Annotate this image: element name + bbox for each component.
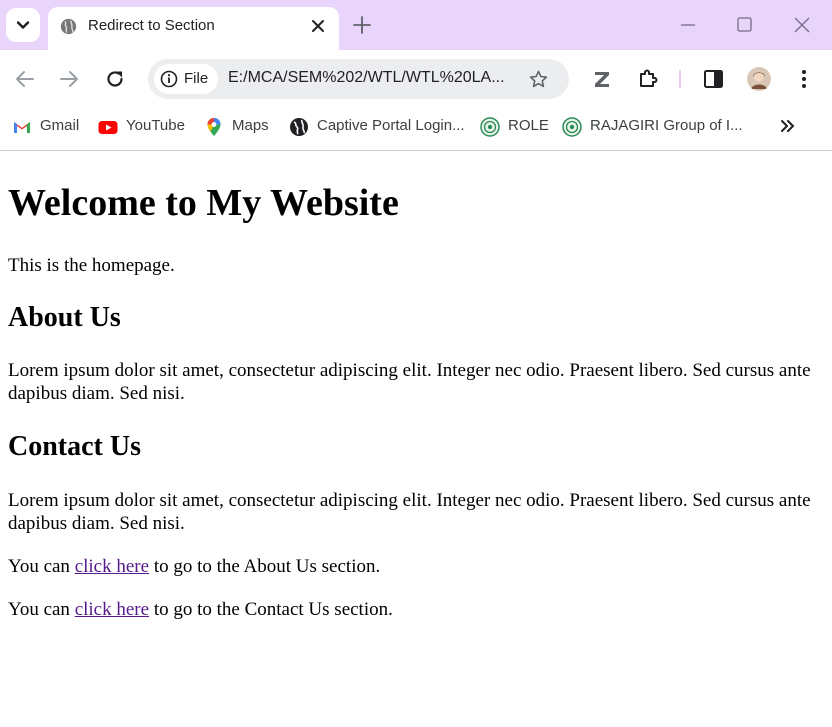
tab-strip: Redirect to Section xyxy=(0,0,832,50)
maps-icon xyxy=(207,118,221,136)
bookmark-label: YouTube xyxy=(126,117,185,134)
site-info-chip[interactable]: File xyxy=(154,64,218,94)
about-us-link[interactable]: click here xyxy=(75,556,149,577)
tab-search-button[interactable] xyxy=(6,8,40,42)
contact-paragraph: Lorem ipsum dolor sit amet, consectetur … xyxy=(8,490,811,534)
contact-heading: Contact Us xyxy=(8,431,141,462)
bookmark-label: RAJAGIRI Group of I... xyxy=(590,117,743,134)
rajagiri-icon xyxy=(562,117,582,137)
sentence-suffix: to go to the Contact Us section. xyxy=(149,599,393,620)
role-icon xyxy=(480,117,500,137)
forward-arrow-icon[interactable] xyxy=(59,70,79,88)
about-heading: About Us xyxy=(8,302,121,333)
new-tab-icon[interactable] xyxy=(353,16,371,34)
maximize-icon[interactable] xyxy=(737,17,752,32)
toolbar-divider xyxy=(679,70,681,88)
sentence-prefix: You can xyxy=(8,599,75,620)
address-bar[interactable]: File E:/MCA/SEM%202/WTL/WTL%20LA... xyxy=(148,59,569,99)
bookmark-star-icon[interactable] xyxy=(528,69,549,90)
extensions-puzzle-icon[interactable] xyxy=(637,68,659,90)
site-chip-label: File xyxy=(184,70,209,87)
zotero-extension-icon[interactable] xyxy=(592,69,612,89)
intro-text: This is the homepage. xyxy=(8,255,175,276)
minimize-icon[interactable] xyxy=(680,18,696,32)
back-arrow-icon[interactable] xyxy=(15,70,35,88)
sentence-suffix: to go to the About Us section. xyxy=(149,556,381,577)
sentence-prefix: You can xyxy=(8,556,75,577)
about-link-sentence: You can click here to go to the About Us… xyxy=(8,555,822,578)
chevron-double-right-icon[interactable] xyxy=(779,118,795,134)
reload-icon[interactable] xyxy=(105,69,125,89)
contact-us-link[interactable]: click here xyxy=(75,599,149,620)
profile-avatar[interactable] xyxy=(747,67,771,91)
tab-title: Redirect to Section xyxy=(88,17,215,34)
contact-link-sentence: You can click here to go to the Contact … xyxy=(8,598,822,621)
gmail-icon xyxy=(14,121,30,133)
tab-active[interactable]: Redirect to Section xyxy=(48,7,339,50)
close-icon[interactable] xyxy=(310,18,326,34)
bookmark-label: Gmail xyxy=(40,117,80,134)
globe-icon xyxy=(60,18,77,35)
bookmark-label: ROLE xyxy=(508,117,549,134)
about-paragraph: Lorem ipsum dolor sit amet, consectetur … xyxy=(8,360,811,404)
page-heading: Welcome to My Website xyxy=(8,182,399,224)
toolbar: File E:/MCA/SEM%202/WTL/WTL%20LA... xyxy=(0,50,832,106)
youtube-icon xyxy=(98,121,118,134)
bookmarks-bar: Gmail YouTube Maps Captive Portal Login.… xyxy=(0,106,832,151)
info-icon xyxy=(160,70,178,88)
url-text[interactable]: E:/MCA/SEM%202/WTL/WTL%20LA... xyxy=(228,69,505,87)
globe-icon xyxy=(290,118,308,136)
bookmark-label: Maps xyxy=(232,117,269,134)
window-close-icon[interactable] xyxy=(794,17,810,33)
kebab-menu-icon[interactable] xyxy=(800,69,808,89)
side-panel-icon[interactable] xyxy=(704,70,723,88)
chevron-down-icon xyxy=(16,21,30,29)
bookmark-label: Captive Portal Login... xyxy=(317,117,465,134)
